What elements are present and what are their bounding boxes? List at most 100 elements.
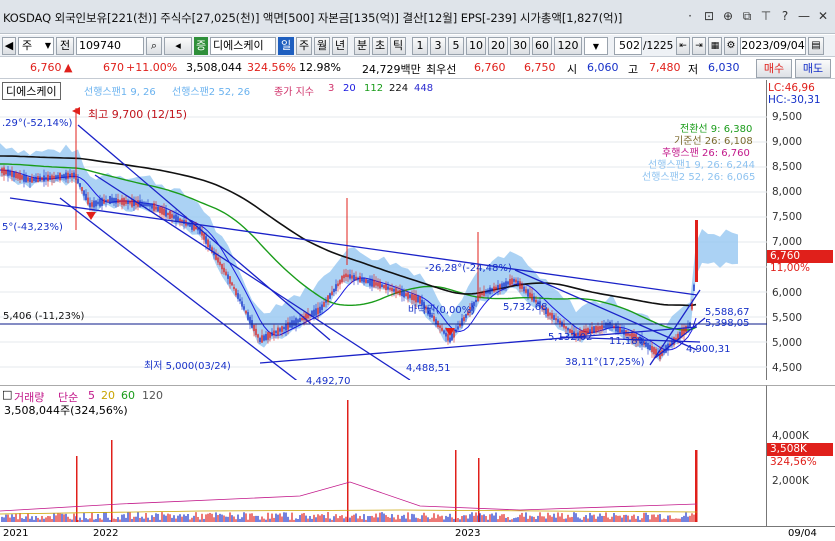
volume-bar bbox=[65, 513, 67, 522]
interval-1[interactable]: 1 bbox=[412, 37, 428, 55]
volume-bar bbox=[383, 513, 385, 522]
volume-bar bbox=[421, 515, 423, 522]
volume-bar bbox=[629, 519, 631, 522]
dropdown-dot-icon[interactable]: · bbox=[682, 8, 698, 24]
volume-bar bbox=[147, 517, 149, 522]
interval-20[interactable]: 20 bbox=[488, 37, 508, 55]
interval-60[interactable]: 60 bbox=[532, 37, 552, 55]
candle-body bbox=[195, 226, 197, 230]
volume-bar bbox=[417, 518, 419, 522]
interval-30[interactable]: 30 bbox=[510, 37, 530, 55]
candle-body bbox=[269, 332, 271, 338]
interval-3[interactable]: 3 bbox=[430, 37, 446, 55]
price-chart[interactable]: 디에스케이 선행스팬1 9, 26 선행스팬2 52, 26 종가 지수 3 2… bbox=[0, 80, 767, 387]
window-icon[interactable]: ⊡ bbox=[701, 8, 717, 24]
interval-custom-select[interactable]: ▼ bbox=[584, 37, 608, 55]
candle-body bbox=[235, 288, 237, 296]
prev-stock-button[interactable]: 전 bbox=[56, 37, 74, 55]
period-month[interactable]: 월 bbox=[314, 37, 330, 55]
period-tick[interactable]: 틱 bbox=[390, 37, 406, 55]
candle-body bbox=[329, 293, 331, 299]
market-select[interactable]: 주 ▼ bbox=[18, 37, 54, 55]
volume-bar bbox=[567, 514, 569, 522]
volume-bar bbox=[599, 513, 601, 522]
volume-bar bbox=[621, 517, 623, 522]
candle-body bbox=[287, 322, 289, 330]
volume-bar bbox=[91, 512, 93, 522]
restore-icon[interactable]: ⧉ bbox=[739, 8, 755, 24]
period-week[interactable]: 주 bbox=[296, 37, 312, 55]
volume-bar bbox=[333, 516, 335, 522]
volume-chart[interactable]: □ 거래량 단순 5 20 60 120 3,508,044주(324,56%) bbox=[0, 385, 767, 526]
calendar-icon[interactable]: ▤ bbox=[808, 37, 824, 55]
candle-body bbox=[393, 288, 395, 292]
buy-button[interactable]: 매수 bbox=[756, 59, 792, 78]
volume-bar bbox=[587, 518, 589, 522]
volume-axis[interactable]: 4,000K 3,508K 324,56% 2,000K bbox=[767, 385, 835, 526]
volume-bar bbox=[227, 516, 229, 522]
volume-bar bbox=[145, 512, 147, 522]
search-icon[interactable]: ⌕ bbox=[146, 37, 162, 55]
volume-bar bbox=[405, 518, 407, 522]
shrink-icon[interactable]: ⇤ bbox=[676, 37, 690, 55]
volume-bar bbox=[413, 514, 415, 522]
candle-body bbox=[321, 304, 323, 310]
period-day[interactable]: 일 bbox=[278, 37, 294, 55]
period-year[interactable]: 년 bbox=[332, 37, 348, 55]
candle-body bbox=[479, 293, 481, 297]
candle-body bbox=[295, 318, 297, 326]
volume-bar bbox=[467, 518, 469, 522]
low-price: 6,030 bbox=[708, 61, 740, 74]
candle-body bbox=[355, 276, 357, 280]
candle-body bbox=[281, 326, 283, 332]
stock-name-field[interactable]: 디에스케이 bbox=[210, 37, 276, 55]
candle-body bbox=[293, 320, 295, 326]
volume-bar bbox=[51, 519, 53, 522]
price-axis[interactable]: LC:46,96 HC:-30,31 9,500 9,000 8,500 8,0… bbox=[767, 80, 835, 380]
chart-stock-name[interactable]: 디에스케이 bbox=[2, 82, 61, 100]
volume-bar bbox=[89, 518, 91, 522]
expand-icon[interactable]: ⇥ bbox=[692, 37, 706, 55]
minimize-icon[interactable]: — bbox=[796, 8, 812, 24]
close-icon[interactable]: ✕ bbox=[815, 8, 831, 24]
volume-bar bbox=[475, 512, 477, 522]
candle-body bbox=[373, 279, 375, 287]
date-input[interactable]: 2023/09/04 bbox=[740, 37, 806, 55]
interval-10[interactable]: 10 bbox=[466, 37, 486, 55]
bar-count-input[interactable]: 502 bbox=[614, 37, 642, 55]
help-icon[interactable]: ? bbox=[777, 8, 793, 24]
period-minute[interactable]: 분 bbox=[354, 37, 370, 55]
volume-bar bbox=[259, 519, 261, 522]
candle-body bbox=[255, 328, 257, 336]
zoom-icon[interactable]: ⊕ bbox=[720, 8, 736, 24]
grid-icon[interactable]: ▦ bbox=[708, 37, 722, 55]
volume-bar bbox=[543, 516, 545, 522]
volume-bar bbox=[197, 516, 199, 522]
stock-code-input[interactable]: 109740 bbox=[76, 37, 144, 55]
date-tick-current: 09/04 bbox=[788, 528, 817, 539]
interval-120[interactable]: 120 bbox=[554, 37, 582, 55]
interval-5[interactable]: 5 bbox=[448, 37, 464, 55]
volume-bar bbox=[209, 512, 211, 522]
volume-bar bbox=[589, 512, 591, 522]
candle-body bbox=[361, 278, 363, 282]
candle-body bbox=[225, 271, 227, 276]
volume-bar bbox=[441, 515, 443, 522]
volume-bar bbox=[447, 516, 449, 522]
pin-icon[interactable]: ⊤ bbox=[758, 8, 774, 24]
period-second[interactable]: 초 bbox=[372, 37, 388, 55]
candle-body bbox=[367, 280, 369, 284]
volume-bar bbox=[609, 519, 611, 522]
candle-body bbox=[57, 175, 59, 179]
prev-button[interactable]: ◀ bbox=[2, 37, 16, 55]
sell-button[interactable]: 매도 bbox=[795, 59, 831, 78]
candle-body bbox=[257, 334, 259, 338]
speaker-icon[interactable]: ◂ bbox=[164, 37, 192, 55]
title-bar-icons: · ⊡ ⊕ ⧉ ⊤ ? — ✕ bbox=[682, 8, 831, 24]
volume-bar bbox=[523, 516, 525, 522]
candle-body bbox=[115, 198, 117, 204]
volume-bar bbox=[43, 518, 45, 522]
volume-bar bbox=[67, 516, 69, 522]
settings-gear-icon[interactable]: ⚙ bbox=[724, 37, 738, 55]
volume-bar bbox=[503, 514, 505, 522]
